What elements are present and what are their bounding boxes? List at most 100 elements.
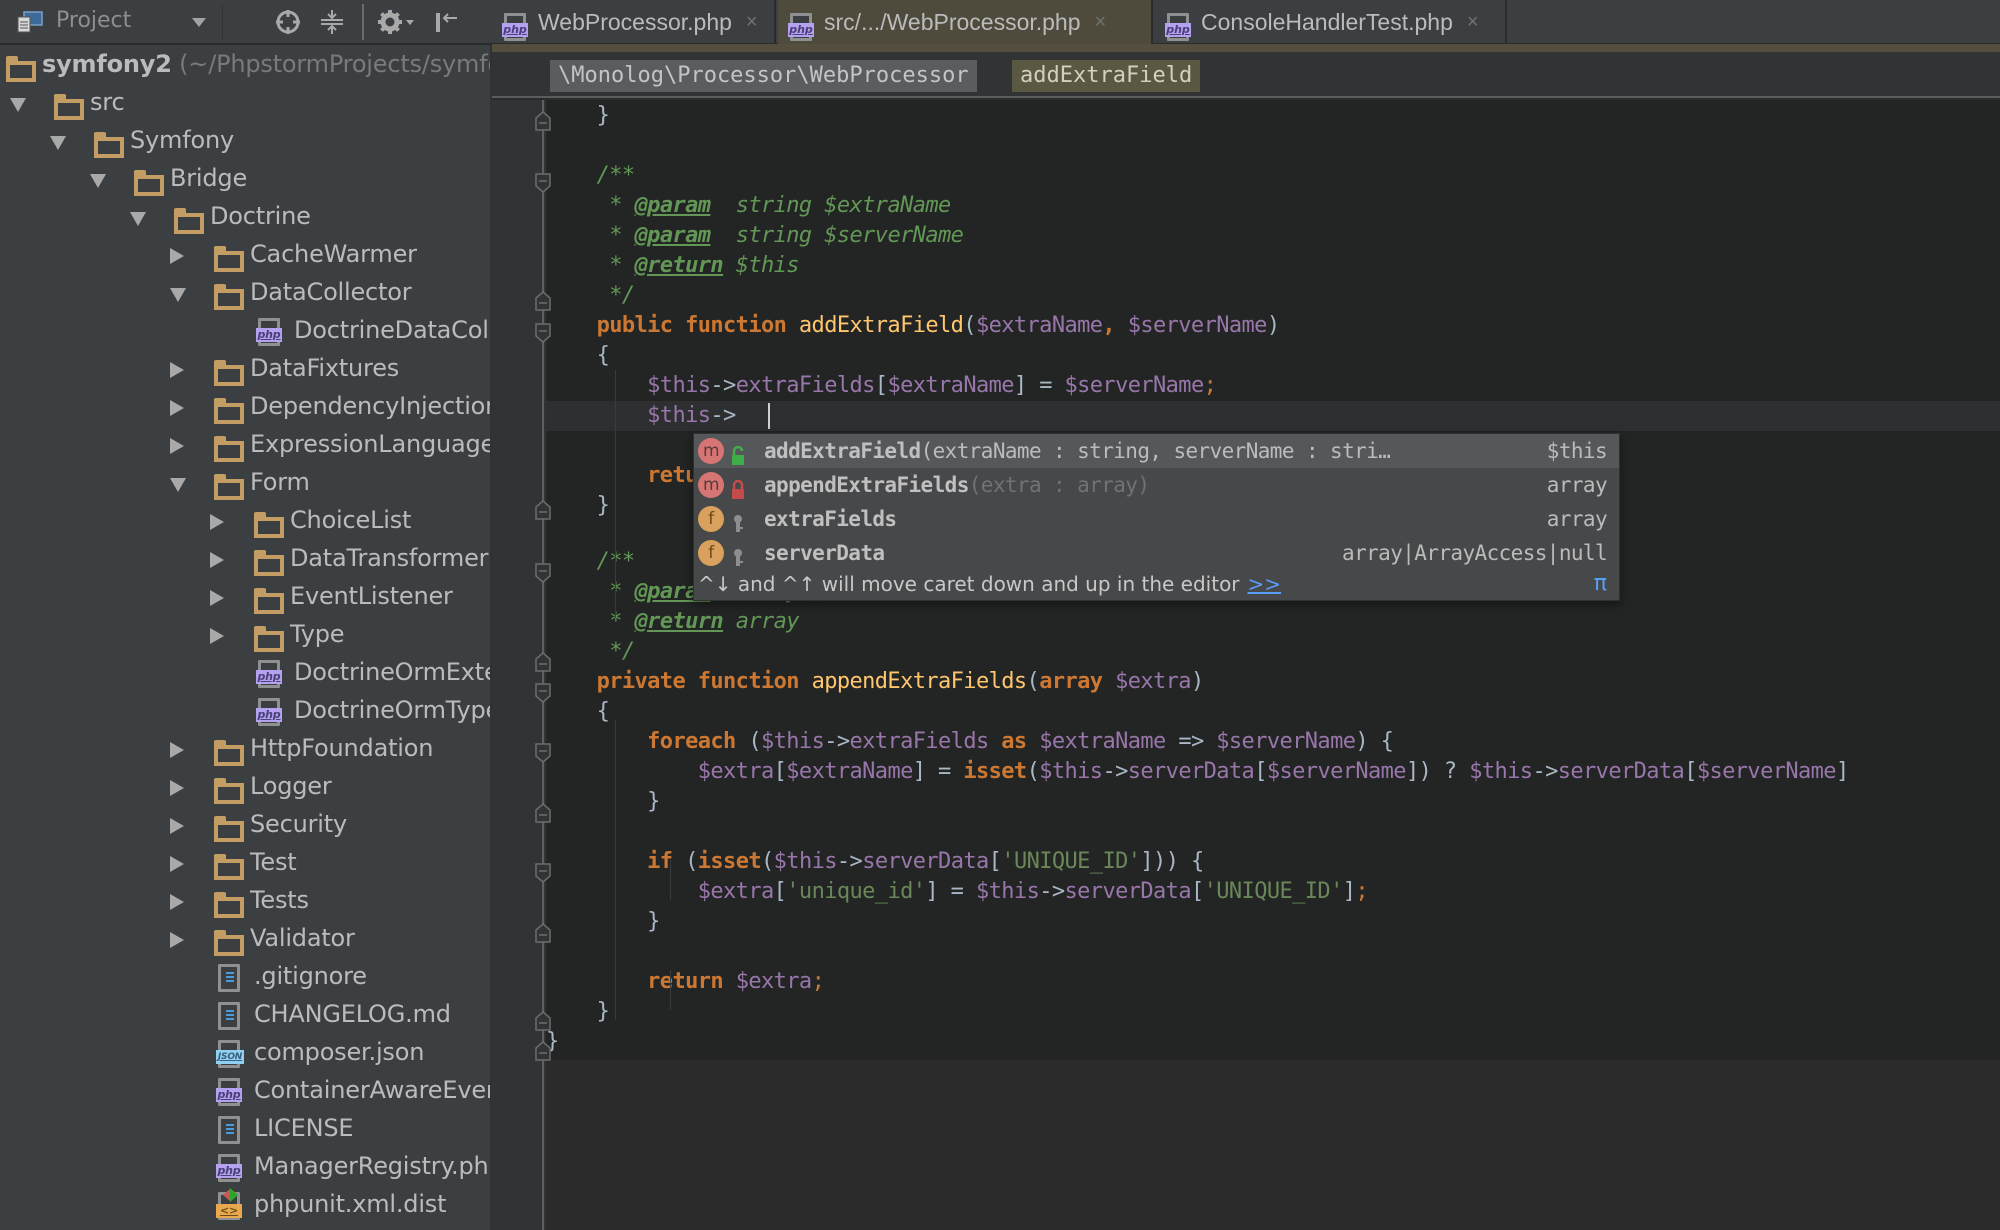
pi-icon[interactable]: π bbox=[1594, 568, 1607, 600]
tree-item[interactable]: Logger bbox=[0, 769, 490, 807]
fold-end-icon[interactable] bbox=[534, 110, 552, 132]
tree-item[interactable]: EventListener bbox=[0, 579, 490, 617]
close-icon[interactable]: × bbox=[1095, 11, 1107, 34]
collapse-arrow-icon[interactable] bbox=[210, 590, 224, 606]
collapse-arrow-icon[interactable] bbox=[170, 894, 184, 910]
fold-end-icon[interactable] bbox=[534, 1040, 552, 1062]
tree-item[interactable]: .gitignore bbox=[0, 959, 490, 997]
code-line[interactable]: private function appendExtraFields(array… bbox=[546, 667, 2000, 697]
expand-arrow-icon[interactable] bbox=[170, 478, 186, 492]
fold-collapse-icon[interactable] bbox=[534, 172, 552, 194]
settings-icon[interactable] bbox=[376, 8, 416, 36]
tree-item[interactable]: Tests bbox=[0, 883, 490, 921]
code-line[interactable]: } bbox=[546, 787, 2000, 817]
tree-item[interactable]: DataTransformer bbox=[0, 541, 490, 579]
tree-item[interactable]: Doctrine bbox=[0, 199, 490, 237]
expand-arrow-icon[interactable] bbox=[10, 98, 26, 112]
code-line[interactable]: } bbox=[546, 1027, 2000, 1057]
tree-item[interactable]: php DoctrineOrmTypeGuesser.php bbox=[0, 693, 490, 731]
tree-item[interactable]: Form bbox=[0, 465, 490, 503]
tree-item[interactable]: Security bbox=[0, 807, 490, 845]
project-view-selector[interactable]: Project bbox=[56, 8, 131, 33]
collapse-arrow-icon[interactable] bbox=[170, 362, 184, 378]
tree-item[interactable]: JSON composer.json bbox=[0, 1035, 490, 1073]
breadcrumb-namespace[interactable]: \Monolog\Processor\WebProcessor bbox=[550, 60, 977, 92]
tree-item[interactable]: DataFixtures bbox=[0, 351, 490, 389]
expand-arrow-icon[interactable] bbox=[170, 288, 186, 302]
tree-item[interactable]: src bbox=[0, 85, 490, 123]
tree-item[interactable]: php ManagerRegistry.php bbox=[0, 1149, 490, 1187]
breadcrumb-method[interactable]: addExtraField bbox=[1012, 60, 1201, 92]
tree-item[interactable]: Symfony bbox=[0, 123, 490, 161]
code-line[interactable]: * @param string $serverName bbox=[546, 221, 2000, 251]
code-line[interactable] bbox=[546, 817, 2000, 847]
tree-item[interactable]: php DoctrineOrmExtension.php bbox=[0, 655, 490, 693]
code-line[interactable]: } bbox=[546, 997, 2000, 1027]
close-icon[interactable]: × bbox=[1467, 11, 1479, 34]
collapse-arrow-icon[interactable] bbox=[170, 248, 184, 264]
chevron-down-icon[interactable] bbox=[192, 18, 206, 27]
code-line[interactable]: } bbox=[546, 907, 2000, 937]
code-completion-popup[interactable]: m addExtraField(extraName : string, serve… bbox=[693, 433, 1620, 601]
completion-item[interactable]: f extraFields array bbox=[694, 502, 1619, 536]
code-line[interactable]: $extra[$extraName] = isset($this->server… bbox=[546, 757, 2000, 787]
tree-item[interactable]: DataCollector bbox=[0, 275, 490, 313]
code-line[interactable]: { bbox=[546, 341, 2000, 371]
expand-arrow-icon[interactable] bbox=[50, 136, 66, 150]
code-line[interactable]: { bbox=[546, 697, 2000, 727]
collapse-arrow-icon[interactable] bbox=[210, 628, 224, 644]
code-line[interactable]: */ bbox=[546, 637, 2000, 667]
code-line[interactable]: } bbox=[546, 101, 2000, 131]
tree-item[interactable]: CHANGELOG.md bbox=[0, 997, 490, 1035]
code-line[interactable]: public function addExtraField($extraName… bbox=[546, 311, 2000, 341]
tree-item[interactable]: CacheWarmer bbox=[0, 237, 490, 275]
editor-tab[interactable]: php ConsoleHandlerTest.php × bbox=[1155, 0, 1507, 44]
collapse-arrow-icon[interactable] bbox=[170, 818, 184, 834]
tree-item[interactable]: ChoiceList bbox=[0, 503, 490, 541]
expand-arrow-icon[interactable] bbox=[90, 174, 106, 188]
collapse-arrow-icon[interactable] bbox=[210, 552, 224, 568]
code-line[interactable]: * @param string $extraName bbox=[546, 191, 2000, 221]
collapse-arrow-icon[interactable] bbox=[170, 780, 184, 796]
tree-item[interactable]: symfony2 (~/PhpstormProjects/symfony2) bbox=[0, 47, 490, 85]
tree-item[interactable]: ExpressionLanguage bbox=[0, 427, 490, 465]
tree-item[interactable]: HttpFoundation bbox=[0, 731, 490, 769]
code-line[interactable]: /** bbox=[546, 161, 2000, 191]
code-line[interactable] bbox=[546, 937, 2000, 967]
tree-item[interactable]: Validator bbox=[0, 921, 490, 959]
collapse-arrow-icon[interactable] bbox=[210, 514, 224, 530]
editor-tab[interactable]: php WebProcessor.php × bbox=[492, 0, 776, 44]
completion-item[interactable]: f serverData array|ArrayAccess|null bbox=[694, 536, 1619, 570]
code-line[interactable]: */ bbox=[546, 281, 2000, 311]
project-tree[interactable]: symfony2 (~/PhpstormProjects/symfony2) sr… bbox=[0, 45, 492, 1230]
tree-item[interactable]: Type bbox=[0, 617, 490, 655]
close-icon[interactable]: × bbox=[746, 11, 758, 34]
fold-collapse-icon[interactable] bbox=[534, 862, 552, 884]
collapse-arrow-icon[interactable] bbox=[170, 742, 184, 758]
code-line[interactable]: * @return array bbox=[546, 607, 2000, 637]
fold-end-icon[interactable] bbox=[534, 1010, 552, 1032]
code-line[interactable] bbox=[546, 131, 2000, 161]
tree-item[interactable]: DependencyInjection bbox=[0, 389, 490, 427]
collapse-arrow-icon[interactable] bbox=[170, 438, 184, 454]
tree-item[interactable]: Test bbox=[0, 845, 490, 883]
hide-panel-icon[interactable] bbox=[432, 8, 460, 36]
fold-end-icon[interactable] bbox=[534, 802, 552, 824]
code-line[interactable]: $this-> bbox=[546, 401, 2000, 431]
tree-item[interactable]: Bridge bbox=[0, 161, 490, 199]
code-line[interactable]: if (isset($this->serverData['UNIQUE_ID']… bbox=[546, 847, 2000, 877]
fold-collapse-icon[interactable] bbox=[534, 562, 552, 584]
tree-item[interactable]: <> phpunit.xml.dist bbox=[0, 1187, 490, 1225]
code-line[interactable]: foreach ($this->extraFields as $extraNam… bbox=[546, 727, 2000, 757]
completion-item[interactable]: m appendExtraFields(extra : array) array bbox=[694, 468, 1619, 502]
tree-item[interactable]: php ContainerAwareEventManager.php bbox=[0, 1073, 490, 1111]
fold-end-icon[interactable] bbox=[534, 651, 552, 673]
code-line[interactable]: $this->extraFields[$extraName] = $server… bbox=[546, 371, 2000, 401]
collapse-all-icon[interactable] bbox=[318, 8, 346, 36]
fold-end-icon[interactable] bbox=[534, 290, 552, 312]
collapse-arrow-icon[interactable] bbox=[170, 856, 184, 872]
locate-icon[interactable] bbox=[274, 8, 302, 36]
tree-item[interactable]: LICENSE bbox=[0, 1111, 490, 1149]
fold-collapse-icon[interactable] bbox=[534, 682, 552, 704]
code-line[interactable]: return $extra; bbox=[546, 967, 2000, 997]
